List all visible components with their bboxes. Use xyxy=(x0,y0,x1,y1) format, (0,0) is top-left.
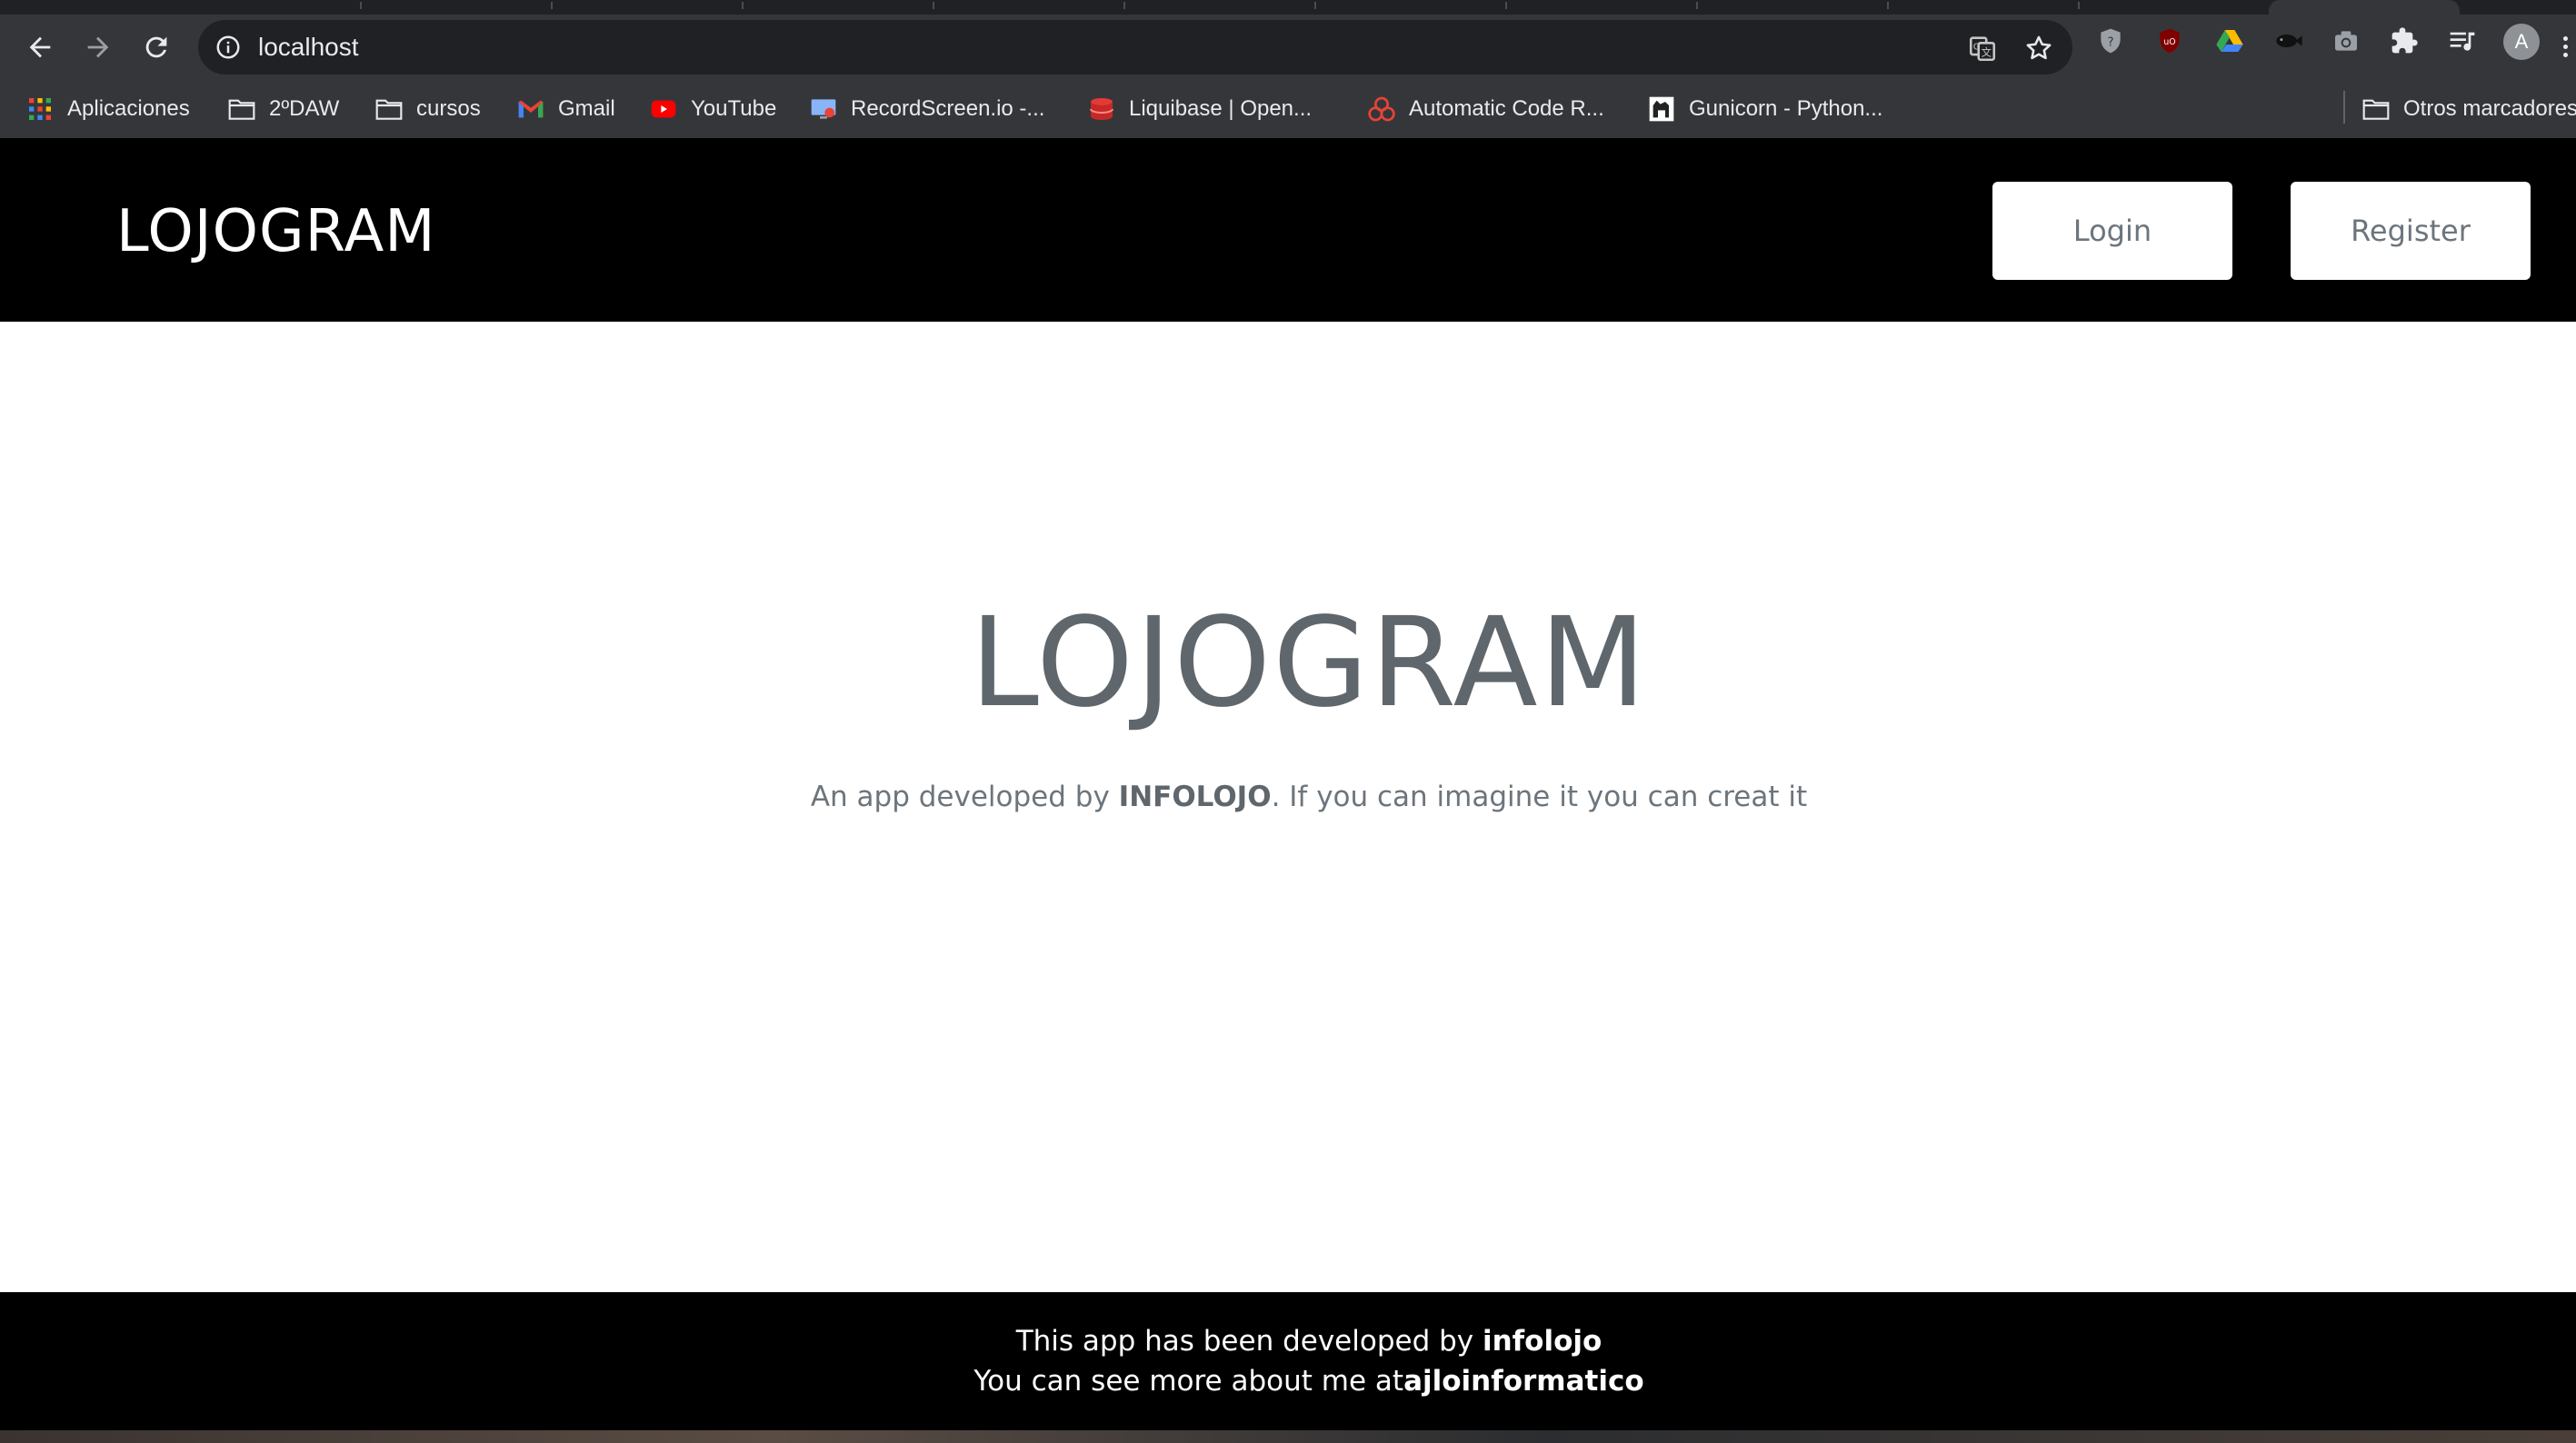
tab-separator xyxy=(2078,2,2080,9)
bookmark-2daw[interactable]: 2ºDAW xyxy=(227,89,339,129)
back-button[interactable] xyxy=(20,27,60,67)
tab-separator xyxy=(360,2,362,9)
bookmark-youtube[interactable]: YouTube xyxy=(649,89,776,129)
ublock-shield-icon: uO xyxy=(2160,28,2180,54)
bookmark-label: Otros marcadores xyxy=(2403,96,2576,121)
tab-separator xyxy=(742,2,744,9)
extensions-button[interactable] xyxy=(2389,25,2420,56)
bookmark-otros[interactable]: Otros marcadores xyxy=(2361,89,2576,129)
shield-icon: ? xyxy=(2101,28,2121,54)
svg-text:uO: uO xyxy=(2163,37,2175,47)
active-tab[interactable] xyxy=(2269,0,2460,15)
privacy-shield-icon[interactable]: ? xyxy=(2095,25,2126,56)
arrow-left-icon xyxy=(29,36,51,58)
profile-initial: A xyxy=(2514,30,2529,53)
bookmark-label: cursos xyxy=(416,96,481,121)
youtube-icon xyxy=(651,100,676,118)
screenshot-extension-icon[interactable] xyxy=(2331,25,2361,56)
profile-avatar[interactable]: A xyxy=(2503,24,2540,60)
tab-separator xyxy=(1696,2,1698,9)
bookmark-aplicaciones[interactable]: Aplicaciones xyxy=(25,89,190,129)
login-button[interactable]: Login xyxy=(1992,182,2232,280)
bookmarks-bar: Aplicaciones 2ºDAW cursos Gmail YouTube … xyxy=(0,80,2576,138)
hero-subtitle: An app developed by INFOLOJO. If you can… xyxy=(0,777,2576,817)
folder-icon xyxy=(375,99,403,120)
register-button[interactable]: Register xyxy=(2291,182,2531,280)
codacy-icon xyxy=(1368,96,1395,122)
fish-icon xyxy=(2276,34,2302,48)
hero-title: LOJOGRAM xyxy=(970,592,1648,735)
bookmark-gunicorn[interactable]: Gunicorn - Python... xyxy=(1647,89,1882,129)
footer-more-info: You can see more about me atajloinformat… xyxy=(0,1361,2576,1401)
os-dock-edge xyxy=(0,1430,2576,1443)
bookmark-label: Automatic Code R... xyxy=(1409,96,1604,121)
bookmark-label: RecordScreen.io -... xyxy=(851,96,1045,121)
footer-profile-link[interactable]: ajloinformatico xyxy=(1403,1365,1644,1398)
reload-icon xyxy=(145,36,167,58)
camera-icon xyxy=(2335,31,2357,51)
site-header: LOJOGRAM Login Register xyxy=(0,138,2576,322)
gmail-icon xyxy=(518,100,544,118)
footer-credit-text: This app has been developed by xyxy=(1015,1325,1483,1358)
bookmark-label: YouTube xyxy=(691,96,777,121)
google-drive-icon[interactable] xyxy=(2214,25,2245,56)
bookmark-label: Liquibase | Open... xyxy=(1129,96,1313,121)
tab-separator xyxy=(1123,2,1125,9)
tab-separator xyxy=(933,2,934,9)
brand-logo[interactable]: LOJOGRAM xyxy=(116,198,435,265)
tab-separator xyxy=(1505,2,1507,9)
tab-separator xyxy=(1887,2,1889,9)
forward-button[interactable] xyxy=(78,27,118,67)
apps-grid-icon xyxy=(29,98,51,120)
folder-icon xyxy=(228,99,255,120)
ublock-icon[interactable]: uO xyxy=(2154,25,2185,56)
browser-menu-icon[interactable] xyxy=(2563,36,2569,60)
folder-icon xyxy=(2362,99,2390,120)
footer-more-text: You can see more about me at xyxy=(973,1365,1404,1398)
footer-credit: This app has been developed by infolojo xyxy=(0,1321,2576,1361)
bookmark-gmail[interactable]: Gmail xyxy=(516,89,615,129)
media-control-button[interactable] xyxy=(2447,25,2478,56)
info-icon[interactable] xyxy=(215,34,242,61)
liquibase-icon xyxy=(1090,98,1113,120)
subtitle-brand: INFOLOJO xyxy=(1118,781,1272,813)
footer-author: infolojo xyxy=(1482,1325,1603,1358)
address-bar[interactable]: localhost 文 G xyxy=(198,20,2072,75)
gunicorn-icon xyxy=(1649,96,1674,122)
bookmark-cursos[interactable]: cursos xyxy=(374,89,481,129)
bookmark-label: Gmail xyxy=(558,96,615,121)
svg-text:文: 文 xyxy=(1982,46,1992,59)
fish-extension-icon[interactable] xyxy=(2272,25,2303,56)
bookmark-label: 2ºDAW xyxy=(269,96,340,121)
url-text[interactable]: localhost xyxy=(258,33,359,62)
bookmarks-divider xyxy=(2343,91,2345,124)
drive-triangle-icon xyxy=(2216,30,2243,52)
bookmark-liquibase[interactable]: Liquibase | Open... xyxy=(1087,89,1312,129)
tab-separator xyxy=(1314,2,1316,9)
star-icon[interactable] xyxy=(2023,33,2054,64)
svg-text:?: ? xyxy=(2107,35,2113,49)
queue-music-icon xyxy=(2450,32,2475,51)
browser-toolbar: localhost 文 G ? uO A xyxy=(0,15,2576,80)
tab-separator xyxy=(551,2,553,9)
reload-button[interactable] xyxy=(136,27,176,67)
bookmark-recordscreen[interactable]: RecordScreen.io -... xyxy=(809,89,1044,129)
site-footer: This app has been developed by infolojo … xyxy=(0,1292,2576,1430)
bookmark-label: Aplicaciones xyxy=(67,96,190,121)
subtitle-prefix: An app developed by xyxy=(810,781,1119,813)
translate-icon[interactable]: 文 G xyxy=(1967,33,1998,64)
recordscreen-icon xyxy=(811,99,836,119)
svg-text:G: G xyxy=(1973,42,1981,52)
bookmark-automatic-code[interactable]: Automatic Code R... xyxy=(1367,89,1604,129)
puzzle-icon xyxy=(2391,27,2418,54)
arrow-right-icon xyxy=(87,36,109,58)
browser-tab-strip xyxy=(0,0,2576,15)
bookmark-label: Gunicorn - Python... xyxy=(1689,96,1883,121)
subtitle-suffix: . If you can imagine it you can creat it xyxy=(1271,781,1808,813)
